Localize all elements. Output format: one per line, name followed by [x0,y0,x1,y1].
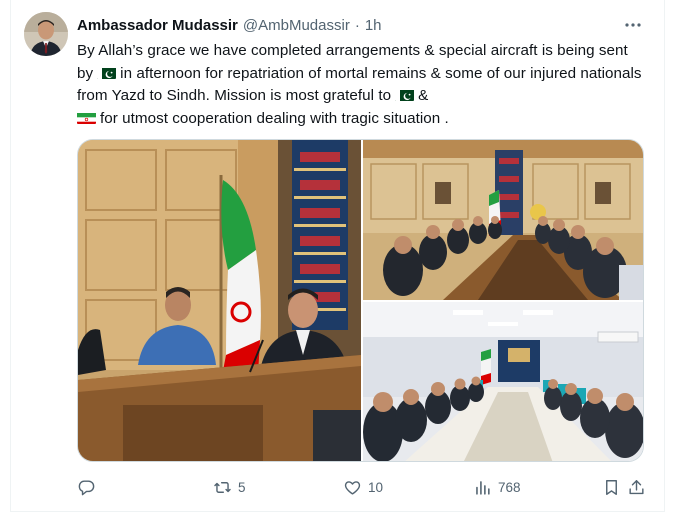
tweet-text-part-2: in afternoon for repatriation of mortal … [77,64,642,105]
media-grid [77,139,644,462]
tweet-actions-bar: 5 10 768 [77,473,644,501]
reply-icon [78,479,95,495]
more-button[interactable] [622,14,644,36]
user-handle[interactable]: @AmbMudassir [243,17,350,34]
bookmark-icon [606,479,617,495]
views-button[interactable]: 768 [473,473,521,501]
like-icon [344,480,361,495]
bookmark-button[interactable] [602,473,621,501]
retweet-button[interactable]: 5 [213,473,246,501]
tweet-card[interactable]: Ambassador Mudassir @AmbMudassir · 1h By… [10,0,665,512]
more-icon [625,23,641,27]
retweet-icon [214,481,231,493]
pakistan-flag-icon [97,66,117,79]
views-icon [476,480,490,495]
pakistan-flag-icon [395,88,415,102]
meeting-photo-officials-image [78,140,361,461]
tweet-text-part-4: for utmost cooperation dealing with trag… [100,109,449,127]
share-button[interactable] [627,473,646,501]
tweet-text: By Allah’s grace we have completed arran… [77,40,642,130]
meeting-photo-white-room-image [363,302,643,461]
like-count: 10 [368,479,384,495]
tweet-header: Ambassador Mudassir @AmbMudassir · 1h [77,14,382,36]
reply-button[interactable] [77,473,102,501]
separator-dot: · [354,16,360,34]
like-button[interactable]: 10 [343,473,383,501]
media-photo-1[interactable] [78,140,361,461]
media-photo-3[interactable] [363,302,643,461]
avatar[interactable] [24,12,68,56]
tweet-text-part-3: & [418,87,429,105]
meeting-photo-conference-image [363,140,643,300]
display-name[interactable]: Ambassador Mudassir [77,17,238,34]
retweet-count: 5 [238,479,246,495]
views-count: 768 [498,479,521,495]
avatar-image [24,12,68,56]
media-photo-2[interactable] [363,140,643,300]
iran-flag-icon [77,111,96,124]
timestamp[interactable]: 1h [365,17,382,34]
share-icon [629,479,644,494]
